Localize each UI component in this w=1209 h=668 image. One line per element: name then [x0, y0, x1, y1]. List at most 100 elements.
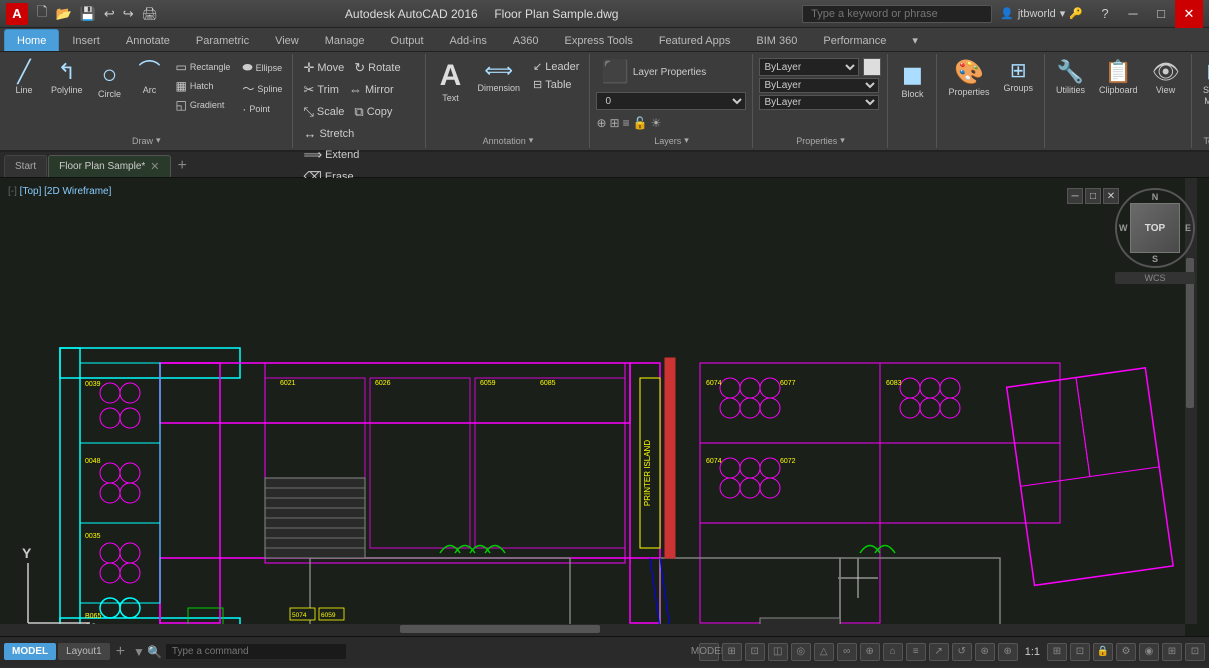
- move-tool[interactable]: ✛Move: [299, 58, 348, 78]
- save-btn[interactable]: 💾: [77, 4, 99, 24]
- layer-icon-3[interactable]: ≡: [623, 116, 630, 130]
- clipboard-tool[interactable]: 📋 Clipboard: [1094, 58, 1143, 98]
- lw-icon[interactable]: ≡: [906, 643, 926, 661]
- scale-tool[interactable]: ⤡Scale: [299, 102, 348, 122]
- grid-icon[interactable]: ⊞: [722, 643, 742, 661]
- plot-btn[interactable]: 🖨: [139, 4, 162, 24]
- tab-view[interactable]: View: [262, 29, 312, 51]
- layer-icon-1[interactable]: ⊕: [596, 116, 606, 130]
- color-swatch[interactable]: [863, 58, 881, 76]
- layout-icons[interactable]: ⊞: [1162, 643, 1182, 661]
- ortho-icon[interactable]: ◫: [768, 643, 788, 661]
- add-layout-btn[interactable]: +: [112, 643, 129, 661]
- viewcube[interactable]: N S E W TOP WCS: [1115, 188, 1195, 288]
- lineweight-select[interactable]: ByLayer: [759, 95, 879, 110]
- block-tool[interactable]: ◼ Block: [894, 58, 930, 102]
- otrack-icon[interactable]: ∞: [837, 643, 857, 661]
- copy-tool[interactable]: ⧉Copy: [350, 102, 396, 122]
- model-indicator[interactable]: MODEL: [699, 643, 719, 661]
- tab-insert[interactable]: Insert: [59, 29, 113, 51]
- view-tool[interactable]: 👁 View: [1147, 58, 1185, 98]
- tab-annotate[interactable]: Annotate: [113, 29, 183, 51]
- layer-icon-4[interactable]: 🔓: [633, 116, 648, 130]
- vp-minimize-btn[interactable]: ─: [1067, 188, 1083, 204]
- maximize-btn[interactable]: □: [1147, 0, 1175, 28]
- properties-palette-tool[interactable]: 🎨 Properties: [943, 58, 994, 100]
- model-tab-btn[interactable]: MODEL: [4, 643, 56, 660]
- layers-dropdown-icon[interactable]: ▾: [684, 135, 689, 146]
- draw-dropdown-icon[interactable]: ▾: [156, 135, 161, 146]
- hardware-icon[interactable]: ⚙: [1116, 643, 1136, 661]
- close-btn[interactable]: ✕: [1175, 0, 1203, 28]
- cmd-gear-icon[interactable]: ▼: [133, 645, 145, 659]
- undo-btn[interactable]: ↩: [101, 4, 118, 24]
- minimize-btn[interactable]: ─: [1119, 0, 1147, 28]
- dynucs-icon[interactable]: ⊕: [998, 643, 1018, 661]
- tab-manage[interactable]: Manage: [312, 29, 378, 51]
- dimension-tool[interactable]: ⟺ Dimension: [472, 58, 525, 96]
- tab-output[interactable]: Output: [378, 29, 437, 51]
- stretch-tool[interactable]: ↔Stretch: [299, 124, 358, 143]
- tab-more[interactable]: ▾: [899, 29, 931, 51]
- layer-icon-5[interactable]: ☀: [651, 116, 662, 130]
- layer-properties-tool[interactable]: ⬛ Layer Properties: [596, 58, 711, 88]
- rotate-tool[interactable]: ↻Rotate: [350, 58, 404, 78]
- properties-dropdown-icon[interactable]: ▾: [840, 135, 845, 146]
- username[interactable]: jtbworld: [1018, 8, 1056, 20]
- help-btn[interactable]: ?: [1091, 0, 1119, 28]
- canvas-area[interactable]: [-] [Top] [2D Wireframe] ─ □ ✕ N S E W T…: [0, 178, 1209, 636]
- compass-ring[interactable]: N S E W TOP: [1115, 188, 1195, 268]
- tab-parametric[interactable]: Parametric: [183, 29, 262, 51]
- isolate-icon[interactable]: ◉: [1139, 643, 1159, 661]
- point-tool[interactable]: · Point: [238, 100, 286, 118]
- trans-icon[interactable]: ↗: [929, 643, 949, 661]
- tab-home[interactable]: Home: [4, 29, 59, 51]
- new-btn[interactable]: 🗋: [34, 1, 50, 27]
- open-btn[interactable]: 📂: [52, 4, 74, 24]
- select-mode-tool[interactable]: ⊡ SelectMode: [1198, 58, 1209, 110]
- leader-tool[interactable]: ↙Leader: [529, 58, 583, 75]
- tab-floor-plan[interactable]: Floor Plan Sample* ✕: [48, 155, 170, 177]
- viewcube-face[interactable]: TOP: [1130, 203, 1180, 253]
- snap-icon[interactable]: ⊡: [745, 643, 765, 661]
- layer-icon-2[interactable]: ⊞: [610, 116, 620, 130]
- tab-performance[interactable]: Performance: [810, 29, 899, 51]
- lock-icon[interactable]: 🔒: [1093, 643, 1113, 661]
- cmd-search-icon[interactable]: 🔍: [147, 645, 162, 659]
- spline-tool[interactable]: 〜 Spline: [238, 78, 286, 99]
- workspace-icon[interactable]: ⊡: [1070, 643, 1090, 661]
- redo-btn[interactable]: ↪: [120, 4, 137, 24]
- arc-tool[interactable]: ⌒ Arc: [132, 58, 168, 98]
- gradient-tool[interactable]: ◱ Gradient: [172, 96, 235, 114]
- tab-a360[interactable]: A360: [500, 29, 552, 51]
- color-select[interactable]: ByLayer: [759, 58, 859, 76]
- clean-screen[interactable]: ⊡: [1185, 643, 1205, 661]
- layer-dropdown[interactable]: 0: [596, 92, 746, 110]
- add-tab-btn[interactable]: +: [172, 155, 193, 177]
- sign-in-icon[interactable]: 🔑: [1069, 7, 1083, 20]
- ducs-icon[interactable]: ⊕: [860, 643, 880, 661]
- polar-icon[interactable]: ◎: [791, 643, 811, 661]
- table-tool[interactable]: ⊟Table: [529, 76, 583, 93]
- utilities-tool[interactable]: 🔧 Utilities: [1051, 58, 1090, 98]
- tab-close-icon[interactable]: ✕: [150, 160, 159, 173]
- select-cycle-icon[interactable]: ↺: [952, 643, 972, 661]
- circle-tool[interactable]: ○ Circle: [92, 58, 128, 102]
- hatch-tool[interactable]: ▦ Hatch: [172, 77, 235, 95]
- user-dropdown-icon[interactable]: ▾: [1060, 7, 1066, 20]
- layout1-tab-btn[interactable]: Layout1: [58, 643, 110, 660]
- text-tool[interactable]: A Text: [432, 58, 468, 106]
- linetype-select[interactable]: ByLayer: [759, 78, 879, 93]
- dyn-icon[interactable]: ⌂: [883, 643, 903, 661]
- view-controls-label[interactable]: [-] [Top] [2D Wireframe]: [8, 186, 111, 197]
- tab-addins[interactable]: Add-ins: [437, 29, 500, 51]
- trim-tool[interactable]: ✂Trim: [299, 80, 343, 100]
- mirror-tool[interactable]: ⇔Mirror: [345, 80, 398, 99]
- annotation-icon[interactable]: ⊞: [1047, 643, 1067, 661]
- groups-tool[interactable]: ⊞ Groups: [999, 58, 1039, 96]
- osnap-icon[interactable]: △: [814, 643, 834, 661]
- annotation-dropdown-icon[interactable]: ▾: [529, 135, 534, 146]
- vp-restore-btn[interactable]: □: [1085, 188, 1101, 204]
- tab-bim360[interactable]: BIM 360: [743, 29, 810, 51]
- drawing-canvas[interactable]: PRINTER ISLAND 0039 0048 0035 B065 6021 …: [0, 178, 1209, 636]
